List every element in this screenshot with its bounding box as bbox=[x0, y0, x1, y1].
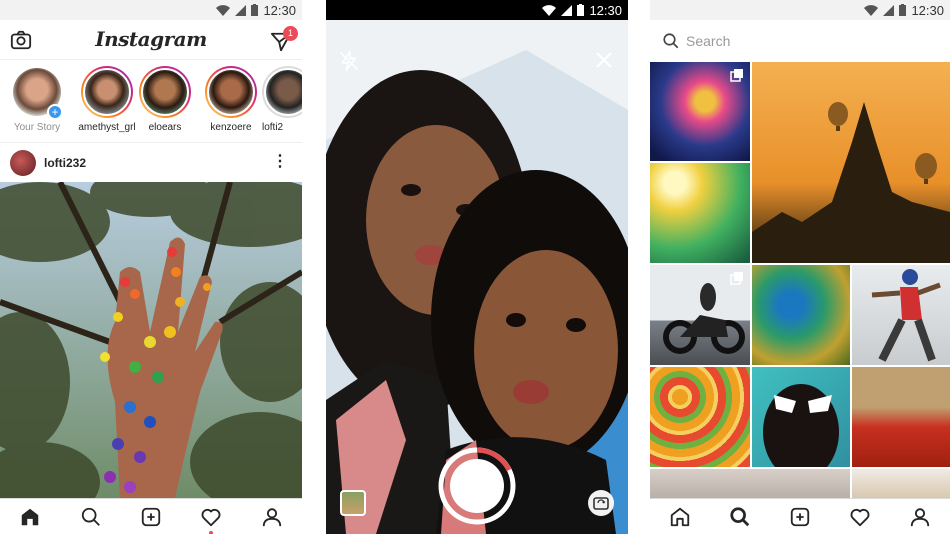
shutter-button[interactable] bbox=[437, 446, 517, 526]
battery-icon bbox=[251, 4, 259, 16]
flash-off-icon[interactable] bbox=[338, 50, 360, 72]
search-bar bbox=[650, 20, 950, 62]
story-amethyst-grl[interactable]: amethyst_grl bbox=[74, 66, 140, 133]
bottom-navigation bbox=[0, 498, 302, 534]
wifi-icon bbox=[216, 4, 231, 16]
story-your-story[interactable]: + Your Story bbox=[4, 66, 70, 133]
temple-photo bbox=[752, 102, 950, 263]
clock: 12:30 bbox=[263, 2, 296, 18]
stories-tray: + Your Story amethyst_grl eloears kenzoe… bbox=[0, 64, 302, 140]
feed-screen: 12:30 Instagram 1 + Your Story amethyst_… bbox=[0, 0, 302, 534]
explore-tile[interactable] bbox=[650, 367, 750, 467]
post-photo bbox=[0, 182, 302, 498]
clock: 12:30 bbox=[589, 2, 622, 18]
story-name: lofti2 bbox=[262, 122, 284, 133]
story-avatar bbox=[81, 66, 133, 118]
close-icon[interactable] bbox=[594, 50, 614, 70]
add-story-icon[interactable]: + bbox=[47, 104, 63, 120]
notification-dot bbox=[209, 530, 214, 534]
explore-tile[interactable] bbox=[650, 62, 750, 161]
dancer-photo bbox=[871, 269, 941, 362]
post-header: lofti232 ⋮ bbox=[0, 142, 302, 182]
story-name: kenzoere bbox=[210, 122, 252, 133]
explore-tile[interactable] bbox=[852, 469, 950, 498]
story-name: eloears bbox=[148, 122, 182, 133]
search-icon bbox=[663, 33, 679, 49]
bottom-navigation bbox=[650, 498, 950, 534]
explore-screen: 12:30 bbox=[650, 0, 950, 534]
heart-icon bbox=[201, 508, 221, 526]
camera-screen: 12:30 bbox=[326, 0, 628, 534]
status-bar: 12:30 bbox=[326, 0, 628, 20]
sunglasses-photo bbox=[763, 384, 839, 467]
story-kenzoere[interactable]: kenzoere bbox=[198, 66, 264, 133]
explore-tile[interactable] bbox=[752, 62, 950, 263]
story-avatar bbox=[262, 66, 302, 118]
story-name: Your Story bbox=[13, 122, 61, 133]
profile-icon[interactable] bbox=[261, 506, 283, 528]
battery-icon bbox=[899, 4, 907, 16]
story-name: amethyst_grl bbox=[78, 122, 136, 133]
flip-camera-icon[interactable] bbox=[588, 490, 614, 516]
signal-icon bbox=[235, 4, 247, 16]
signal-icon bbox=[561, 4, 573, 16]
explore-tile[interactable] bbox=[650, 265, 750, 365]
explore-tile[interactable] bbox=[852, 367, 950, 467]
wifi-icon bbox=[864, 4, 879, 16]
explore-tile[interactable] bbox=[650, 163, 750, 263]
wifi-icon bbox=[542, 4, 557, 16]
avatar[interactable] bbox=[10, 150, 36, 176]
profile-icon[interactable] bbox=[909, 506, 931, 528]
home-icon[interactable] bbox=[669, 506, 691, 528]
clock: 12:30 bbox=[911, 2, 944, 18]
status-bar: 12:30 bbox=[0, 0, 302, 20]
app-logo: Instagram bbox=[95, 27, 207, 51]
explore-tile[interactable] bbox=[852, 265, 950, 365]
story-eloears[interactable]: eloears bbox=[132, 66, 198, 133]
explore-grid bbox=[650, 62, 950, 498]
top-bar: Instagram 1 bbox=[0, 20, 302, 60]
post-username[interactable]: lofti232 bbox=[44, 156, 86, 170]
post-image[interactable] bbox=[0, 182, 302, 498]
explore-tile[interactable] bbox=[752, 367, 850, 467]
explore-tile[interactable] bbox=[650, 469, 850, 498]
search-input[interactable] bbox=[686, 30, 926, 52]
story-lofti2[interactable]: lofti2 bbox=[262, 66, 302, 133]
story-avatar bbox=[139, 66, 191, 118]
new-post-icon[interactable] bbox=[789, 506, 811, 528]
dm-badge: 1 bbox=[283, 26, 298, 41]
signal-icon bbox=[883, 4, 895, 16]
activity-tab[interactable] bbox=[200, 506, 222, 534]
story-avatar bbox=[205, 66, 257, 118]
multiple-photos-icon bbox=[730, 69, 743, 82]
battery-icon bbox=[577, 4, 585, 16]
search-icon[interactable] bbox=[729, 506, 751, 528]
home-icon[interactable] bbox=[19, 506, 41, 528]
more-options-icon[interactable]: ⋮ bbox=[272, 152, 288, 172]
heart-icon[interactable] bbox=[849, 506, 871, 528]
new-post-icon[interactable] bbox=[140, 506, 162, 528]
search-icon[interactable] bbox=[80, 506, 102, 528]
gallery-thumbnail[interactable] bbox=[340, 490, 366, 516]
explore-tile[interactable] bbox=[752, 265, 850, 365]
status-bar: 12:30 bbox=[650, 0, 950, 20]
multiple-photos-icon bbox=[730, 272, 743, 285]
